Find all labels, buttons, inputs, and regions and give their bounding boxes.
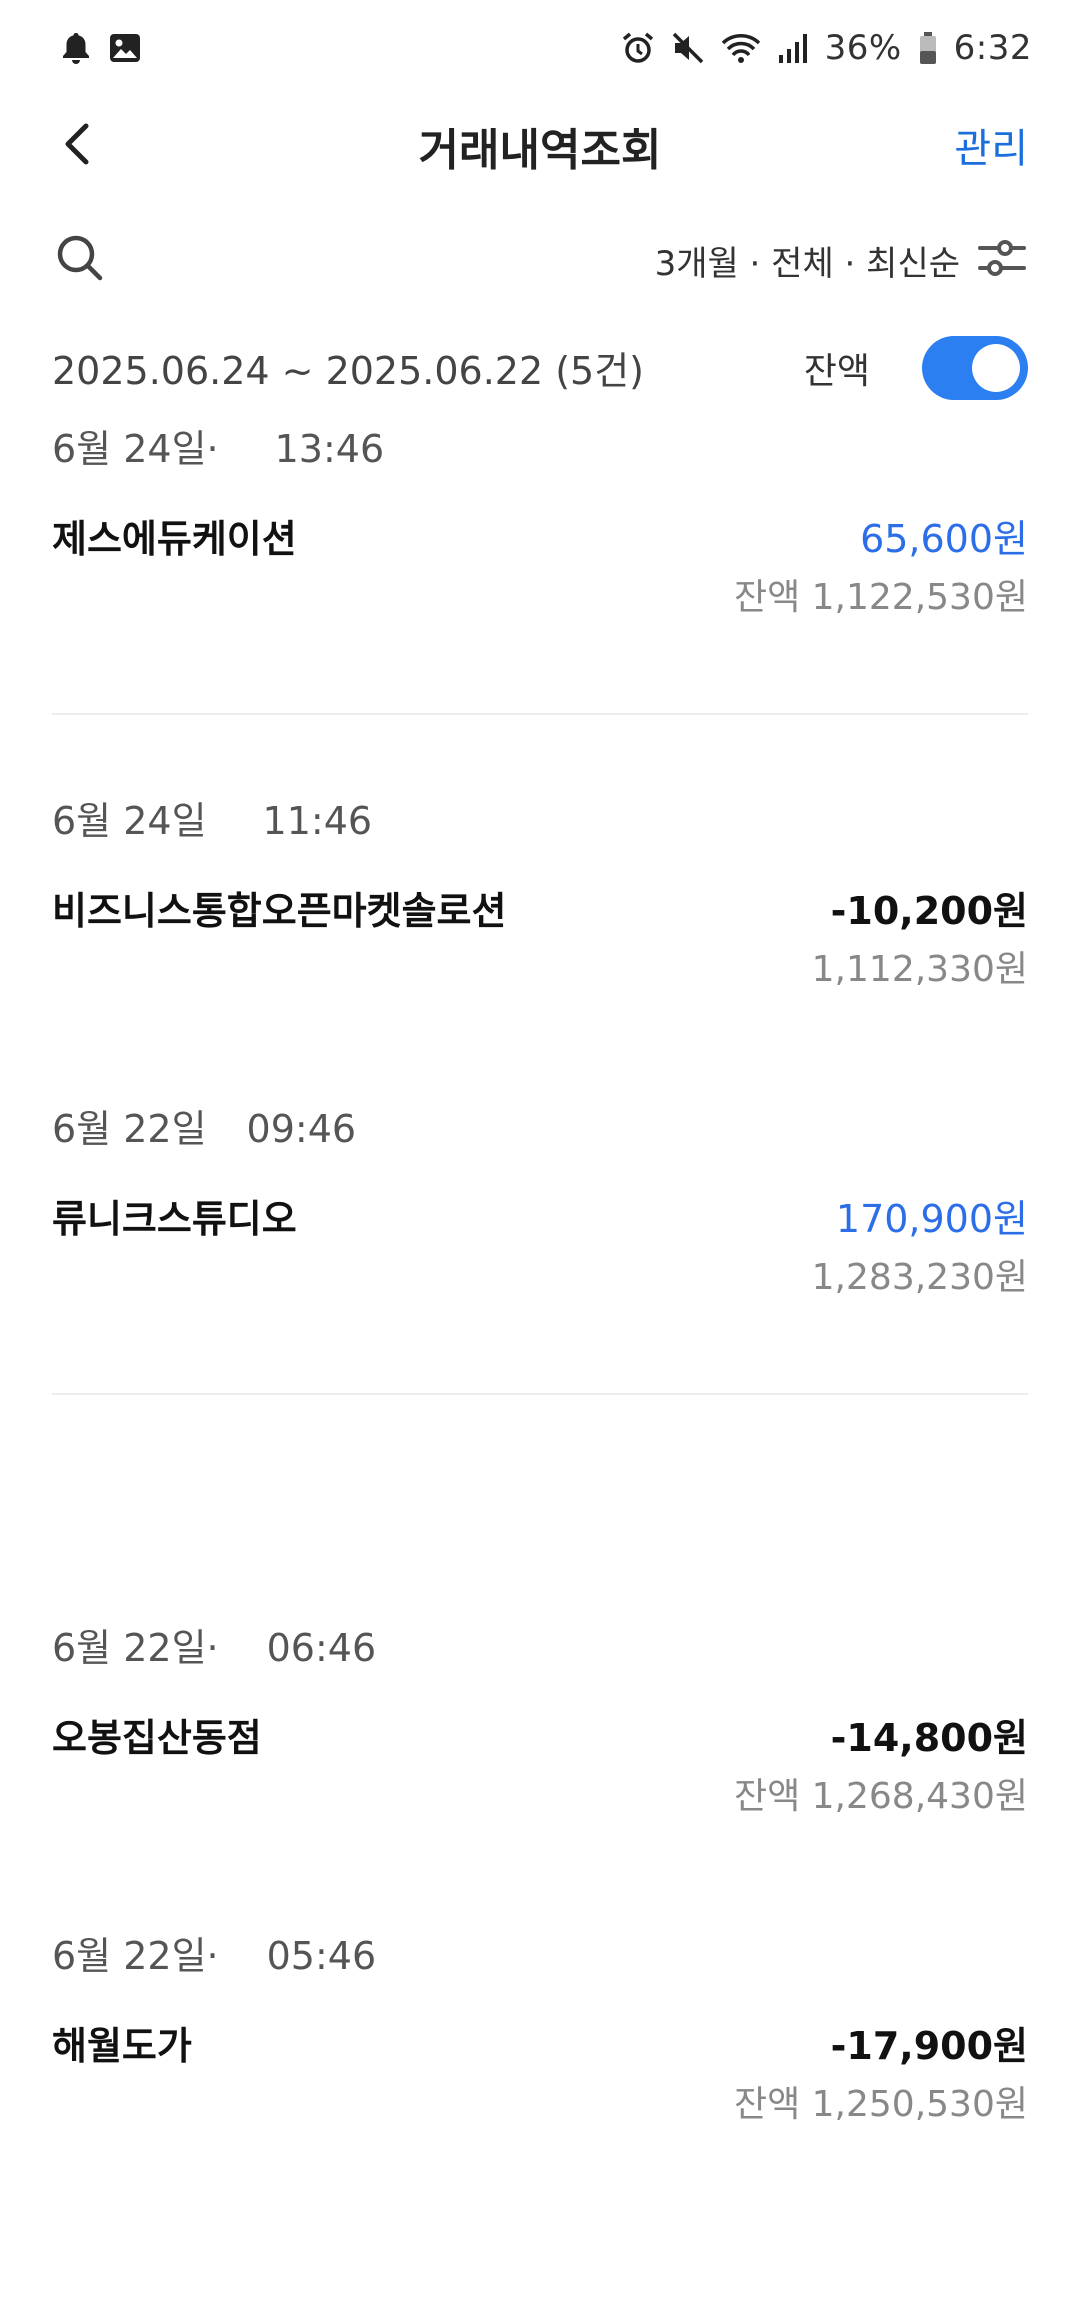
date-range-text: 2025.06.24 ~ 2025.06.22 (5건) xyxy=(52,349,645,393)
transaction-amount: -17,900원 xyxy=(830,2024,1028,2068)
transaction-date: 6월 22일 xyxy=(52,1107,207,1151)
transaction-datetime: 6월 24일· 13:46 xyxy=(52,418,384,473)
sliders-icon xyxy=(978,240,1026,276)
status-bar: 36% 6:32 xyxy=(0,0,1080,96)
signal-icon xyxy=(777,31,809,65)
transaction-name: 류니크스튜디오 xyxy=(52,1197,297,1241)
transaction-date: 6월 22일· xyxy=(52,1626,219,1670)
transaction-balance: 잔액 1,122,530원 xyxy=(733,577,1028,618)
alarm-icon xyxy=(621,31,655,65)
app-bar: 거래내역조회 관리 xyxy=(0,96,1080,192)
filter-bar: 3개월 · 전체 · 최신순 xyxy=(0,218,1080,298)
transaction-time: 06:46 xyxy=(266,1626,377,1670)
page-title: 거래내역조회 xyxy=(418,125,662,176)
date-range-row: 2025.06.24 ~ 2025.06.22 (5건) 잔액 xyxy=(0,330,1080,410)
wifi-icon xyxy=(721,31,761,65)
transaction-datetime: 6월 22일· 06:46 xyxy=(52,1617,376,1672)
transaction-amount: -14,800원 xyxy=(830,1716,1028,1760)
transaction-time: 09:46 xyxy=(246,1107,357,1151)
transaction-time: 13:46 xyxy=(274,427,385,471)
transaction-balance: 1,112,330원 xyxy=(811,949,1028,990)
filter-settings-button[interactable] xyxy=(976,232,1028,284)
transaction-name: 비즈니스통합오픈마켓솔로션 xyxy=(52,889,507,933)
transaction-balance: 1,283,230원 xyxy=(811,1257,1028,1298)
transaction-amount: -10,200원 xyxy=(830,889,1028,933)
image-icon xyxy=(108,32,142,64)
toggle-knob xyxy=(972,344,1020,392)
transaction-time: 11:46 xyxy=(262,799,373,843)
balance-toggle[interactable] xyxy=(922,336,1028,400)
transaction-amount: 170,900원 xyxy=(835,1197,1028,1241)
transaction-name: 해월도가 xyxy=(52,2024,192,2068)
transaction-datetime: 6월 24일 11:46 xyxy=(52,790,372,845)
transaction-datetime: 6월 22일 09:46 xyxy=(52,1098,356,1153)
divider xyxy=(52,713,1028,715)
transaction-date: 6월 24일 xyxy=(52,799,207,843)
transaction-balance: 잔액 1,268,430원 xyxy=(733,1776,1028,1817)
search-button[interactable] xyxy=(52,230,108,286)
balance-toggle-label: 잔액 xyxy=(803,351,870,392)
mute-icon xyxy=(671,31,705,65)
bell-icon xyxy=(60,31,92,65)
transaction-name: 제스에듀케이션 xyxy=(52,517,297,561)
status-bar-right: 36% 6:32 xyxy=(621,28,1032,68)
status-bar-left xyxy=(60,31,142,65)
filter-summary[interactable]: 3개월 · 전체 · 최신순 xyxy=(655,236,960,285)
transaction-date: 6월 22일· xyxy=(52,1934,219,1978)
transaction-date: 6월 24일· xyxy=(52,427,219,471)
clock: 6:32 xyxy=(953,28,1032,68)
manage-button[interactable]: 관리 xyxy=(954,116,1028,174)
transaction-balance: 잔액 1,250,530원 xyxy=(733,2084,1028,2125)
transaction-datetime: 6월 22일· 05:46 xyxy=(52,1925,376,1980)
divider xyxy=(52,1393,1028,1395)
search-icon xyxy=(57,235,103,281)
battery-icon xyxy=(918,31,938,65)
transaction-time: 05:46 xyxy=(266,1934,377,1978)
transaction-amount: 65,600원 xyxy=(860,517,1028,561)
battery-percent: 36% xyxy=(824,28,902,68)
transaction-name: 오봉집산동점 xyxy=(52,1716,262,1760)
